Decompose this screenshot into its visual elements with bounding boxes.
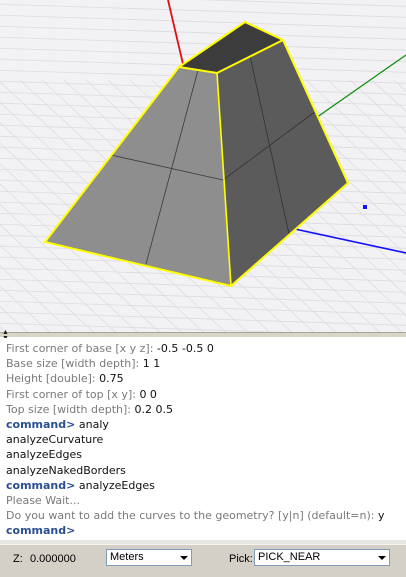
prompt-value: -0.5 -0.5 0 bbox=[156, 342, 214, 355]
command-prompt: command> bbox=[6, 478, 76, 492]
chevron-down-icon[interactable] bbox=[374, 550, 389, 565]
console-line: analyzeEdges bbox=[0, 447, 406, 462]
units-select[interactable]: Meters bbox=[106, 549, 192, 566]
command-prompt: command> bbox=[6, 417, 76, 431]
prompt-label: Please Wait... bbox=[6, 493, 80, 507]
prompt-value: 0.75 bbox=[99, 372, 124, 386]
3d-viewport[interactable] bbox=[0, 0, 406, 332]
frustum-model[interactable] bbox=[43, 20, 350, 288]
right-face[interactable] bbox=[217, 40, 348, 286]
console-line: Base size [width depth]: 1 1 bbox=[0, 356, 406, 371]
completion-option[interactable]: analyzeNakedBorders bbox=[6, 464, 126, 477]
prompt-label: Top size [width depth]: bbox=[6, 402, 135, 416]
console-line: analyzeCurvature bbox=[0, 432, 406, 447]
units-value: Meters bbox=[110, 551, 144, 563]
status-bar: Z: 0.000000 Meters Pick: PICK_NEAR bbox=[0, 544, 406, 577]
console-line: command> analy bbox=[0, 417, 406, 432]
grid-line bbox=[197, 0, 406, 7]
prompt-label: First corner of base [x y z]: bbox=[6, 342, 157, 355]
prompt-label: First corner of top [x y]: bbox=[6, 387, 140, 401]
console-line: Height [double]: 0.75 bbox=[0, 371, 406, 386]
left-face[interactable] bbox=[45, 67, 231, 286]
console-line: analyzeNakedBorders bbox=[0, 463, 406, 478]
command-text: analyzeEdges bbox=[78, 478, 155, 492]
command-prompt: command> bbox=[6, 524, 76, 538]
console-line: command> bbox=[0, 523, 406, 538]
viewport-canvas[interactable] bbox=[0, 0, 406, 332]
console-line: First corner of top [x y]: 0 0 bbox=[0, 387, 406, 402]
pick-marker bbox=[363, 205, 367, 209]
command-text: analy bbox=[78, 417, 109, 431]
grid-line bbox=[0, 285, 50, 332]
console-line: Do you want to add the curves to the geo… bbox=[0, 508, 406, 523]
pick-label: Pick: bbox=[229, 553, 253, 565]
prompt-label: Do you want to add the curves to the geo… bbox=[6, 509, 378, 523]
console-line: Top size [width depth]: 0.2 0.5 bbox=[0, 402, 406, 417]
z-label: Z: bbox=[13, 553, 23, 565]
prompt-value: 1 1 bbox=[142, 357, 161, 371]
chevron-down-icon[interactable] bbox=[176, 550, 191, 565]
prompt-value: y bbox=[377, 509, 385, 523]
z-value: 0.000000 bbox=[30, 553, 76, 565]
command-console[interactable]: command> make3First corner of base [x y … bbox=[0, 338, 406, 540]
grid-line bbox=[371, 79, 406, 113]
console-line: command> analyzeEdges bbox=[0, 478, 406, 493]
console-line: Please Wait... bbox=[0, 493, 406, 508]
prompt-label: Height [double]: bbox=[6, 372, 100, 386]
completion-option[interactable]: analyzeCurvature bbox=[6, 433, 103, 446]
prompt-value: 0.2 0.5 bbox=[134, 402, 173, 416]
prompt-label: Base size [width depth]: bbox=[6, 357, 143, 371]
console-line: First corner of base [x y z]: -0.5 -0.5 … bbox=[0, 341, 406, 356]
completion-option[interactable]: analyzeEdges bbox=[6, 448, 82, 461]
prompt-value: 0 0 bbox=[139, 387, 157, 401]
pick-mode-select[interactable]: PICK_NEAR bbox=[254, 549, 390, 566]
pick-mode-value: PICK_NEAR bbox=[258, 551, 321, 563]
